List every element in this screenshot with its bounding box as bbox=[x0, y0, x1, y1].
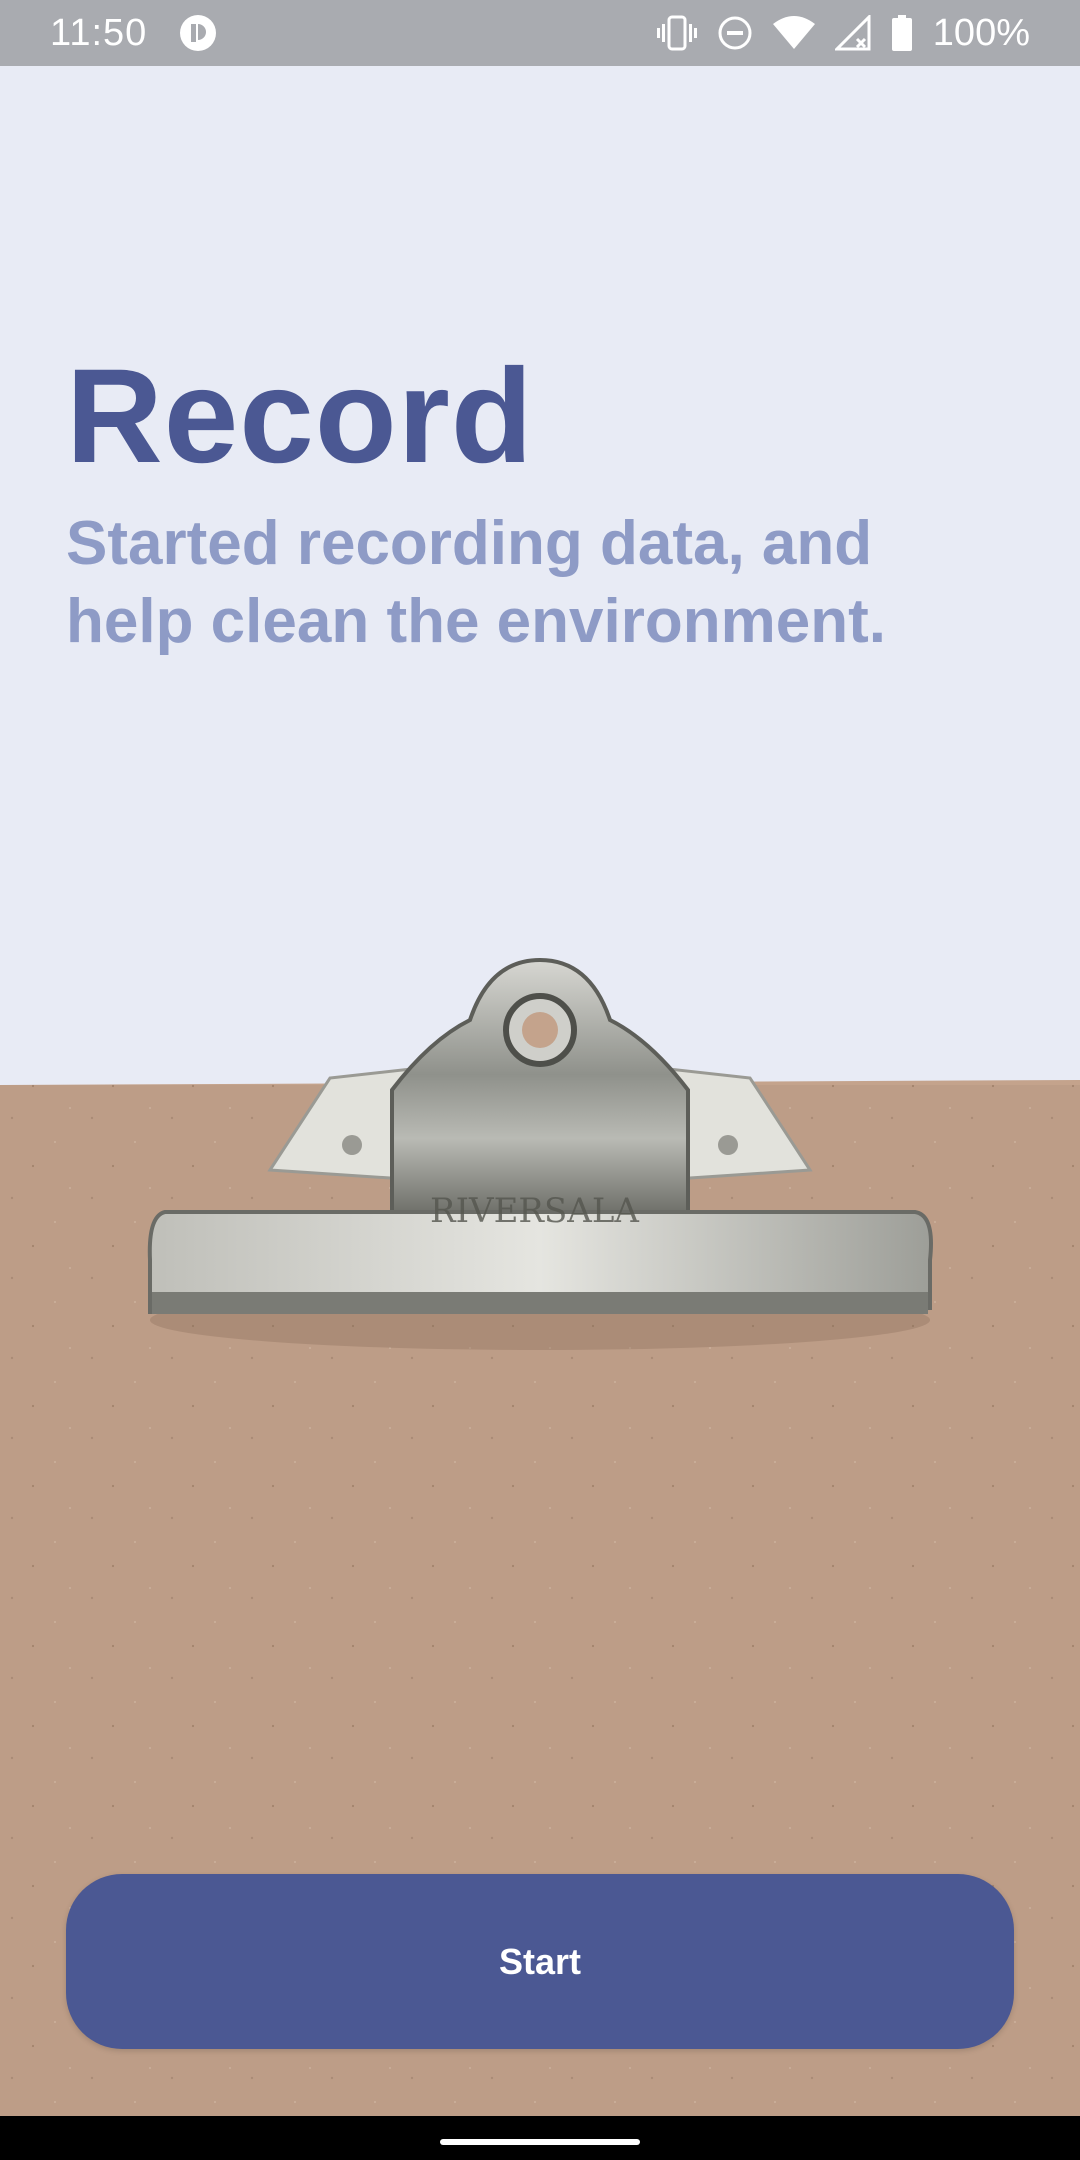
wifi-icon bbox=[772, 16, 815, 49]
start-button[interactable]: Start bbox=[66, 1874, 1014, 2049]
status-icons: 100% bbox=[656, 11, 1030, 55]
page-subtitle: Started recording data, and help clean t… bbox=[66, 509, 886, 656]
home-gesture-handle[interactable] bbox=[440, 2139, 640, 2145]
page-title: Record bbox=[66, 342, 534, 491]
vibrate-icon bbox=[656, 15, 697, 51]
battery-percent: 100% bbox=[932, 11, 1030, 54]
do-not-disturb-icon bbox=[718, 16, 752, 50]
status-bar: 11:50 100% bbox=[0, 0, 1080, 66]
navigation-bar bbox=[0, 2116, 1080, 2160]
battery-icon bbox=[891, 15, 912, 51]
clip-brand-text: RIVERSALA bbox=[430, 1191, 639, 1231]
status-time: 11:50 bbox=[50, 11, 148, 54]
notification-badge-icon bbox=[180, 15, 217, 51]
signal-icon bbox=[834, 15, 871, 51]
